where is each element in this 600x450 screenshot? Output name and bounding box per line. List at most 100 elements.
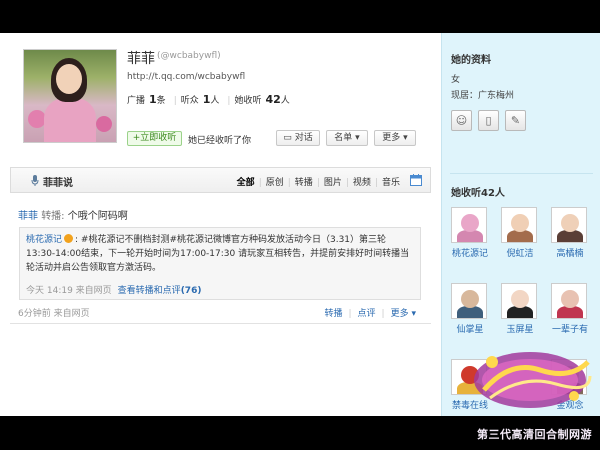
view-reposts-label: 查看转播和点评 (117, 286, 181, 296)
following-item[interactable]: 仙掌星 (451, 283, 489, 335)
following-name: 倪虹洁 (506, 249, 534, 259)
main-column: 菲菲 (@wcbabywfl) http://t.qq.com/wcbabywf… (0, 33, 441, 416)
chevron-down-icon: ▾ (411, 309, 416, 319)
following-name: 桃花源记 (451, 249, 488, 259)
divider: | (374, 178, 378, 188)
stat-value: 42 (265, 93, 281, 106)
calendar-icon[interactable] (410, 174, 422, 186)
divider (450, 173, 593, 174)
avatar-body (44, 98, 96, 142)
contact-icons: ☺ ▯ ✎ (451, 110, 532, 131)
profile-url[interactable]: http://t.qq.com/wcbabywfl (127, 72, 245, 82)
stat-unit: 条 (156, 96, 166, 106)
filter-repost[interactable]: 转播 (295, 178, 313, 188)
verified-icon (64, 234, 74, 243)
filter-images[interactable]: 图片 (324, 178, 342, 188)
divider: | (348, 309, 352, 319)
following-item[interactable]: 玉屏星 (501, 283, 539, 335)
repost-count: (76) (180, 286, 202, 296)
following-item[interactable]: 倪虹洁 (501, 207, 539, 259)
list-button-label: 名单 (334, 133, 353, 143)
footer: 第三代高清回合制网游 (0, 416, 600, 450)
location: 现居：广东梅州 (451, 91, 515, 101)
phone-icon[interactable]: ▯ (478, 110, 499, 131)
avatar (501, 207, 537, 243)
post-verb: 转播: (41, 211, 65, 222)
post-text: 个哦个阿码啊 (67, 211, 128, 222)
divider: | (316, 178, 320, 188)
post-author[interactable]: 菲菲 (18, 211, 38, 222)
repost-button[interactable]: 转播 (324, 309, 342, 319)
more-button[interactable]: 更多 ▾ (374, 130, 416, 146)
talk-button[interactable]: ▭ 对话 (276, 130, 320, 146)
divider (10, 323, 431, 324)
qq-icon[interactable]: ☺ (451, 110, 472, 131)
avatar (501, 283, 537, 319)
game-logo (474, 352, 592, 408)
view-reposts-link[interactable]: 查看转播和点评(76) (118, 286, 202, 296)
feed-title: 菲菲说 (43, 178, 73, 189)
following-name: 高橘楠 (556, 249, 584, 259)
flower-decoration (96, 116, 112, 132)
quoted-post: 桃花源记: #桃花源记不删档封测#桃花源记微博官方种码发放活动今日（3.31）第… (19, 227, 421, 300)
following-item[interactable]: 一辈子有 (551, 283, 589, 335)
list-button[interactable]: 名单 ▾ (326, 130, 368, 146)
info-title: 她的资料 (451, 55, 491, 66)
avatar[interactable] (23, 49, 117, 143)
avatar (451, 207, 487, 243)
feed-filters: 全部 | 原创 | 转播 | 图片 | 视频 | 音乐 (233, 175, 400, 188)
filter-original[interactable]: 原创 (266, 178, 284, 188)
following-name: 仙掌星 (456, 325, 484, 335)
quote-author[interactable]: 桃花源记 (26, 235, 62, 245)
stat-listeners[interactable]: 听众 1人 (180, 93, 224, 106)
quote-meta: 今天 14:19 来自网页 查看转播和点评(76) (26, 284, 201, 298)
chevron-down-icon: ▾ (403, 133, 408, 143)
post-actions: 转播 | 点评 | 更多 ▾ (324, 306, 416, 319)
gender: 女 (451, 75, 461, 85)
stat-unit: 人 (280, 96, 290, 106)
stat-label: 听众 (180, 96, 199, 106)
talk-button-label: 对话 (294, 133, 313, 143)
profile-stats: 广播 1条 | 听众 1人 | 她收听 42人 (127, 93, 298, 106)
filter-video[interactable]: 视频 (353, 178, 371, 188)
following-name: 一辈子有 (551, 325, 588, 335)
filter-music[interactable]: 音乐 (382, 178, 400, 188)
following-item[interactable]: 桃花源记 (451, 207, 489, 259)
divider: | (381, 309, 385, 319)
following-title: 她收听42人 (451, 188, 505, 199)
post-header: 菲菲 转播: 个哦个阿码啊 (18, 207, 128, 222)
profile-handle: (@wcbabywfl) (157, 51, 221, 61)
avatar (551, 207, 587, 243)
divider: | (287, 178, 291, 188)
more-button-label: 更多 (382, 133, 401, 143)
microphone-icon (31, 175, 39, 186)
feed-tabbar: 菲菲说 全部 | 原创 | 转播 | 图片 | 视频 | 音乐 (10, 167, 431, 193)
post-time: 6分钟前 来自网页 (18, 309, 90, 319)
top-bar (0, 0, 600, 33)
quote-text: : #桃花源记不删档封测#桃花源记微博官方种码发放活动今日（3.31）第三轮13… (26, 235, 410, 273)
chevron-down-icon: ▾ (355, 133, 360, 143)
listen-status: 她已经收听了你 (188, 136, 252, 146)
comment-button[interactable]: 点评 (358, 309, 376, 319)
chat-icon: ▭ (283, 133, 292, 143)
listen-button[interactable]: +立即收听 (127, 131, 182, 146)
stat-broadcasts[interactable]: 广播 1条 (127, 93, 170, 106)
stat-value: 1 (149, 93, 157, 106)
stat-following[interactable]: 她收听 42人 (234, 93, 293, 106)
divider: | (258, 178, 262, 188)
footer-slogan: 第三代高清回合制网游 (477, 428, 592, 441)
divider: | (173, 96, 177, 106)
quote-time: 今天 14:19 来自网页 (26, 286, 112, 296)
avatar (451, 283, 487, 319)
pen-icon[interactable]: ✎ (505, 110, 526, 131)
filter-all[interactable]: 全部 (237, 178, 255, 188)
divider: | (345, 178, 349, 188)
profile-name: 菲菲 (127, 51, 155, 67)
post-more-button[interactable]: 更多 ▾ (391, 309, 416, 319)
divider: | (227, 96, 231, 106)
stat-unit: 人 (210, 96, 220, 106)
avatar (551, 283, 587, 319)
following-name: 玉屏星 (506, 325, 534, 335)
stat-label: 广播 (127, 96, 146, 106)
following-item[interactable]: 高橘楠 (551, 207, 589, 259)
